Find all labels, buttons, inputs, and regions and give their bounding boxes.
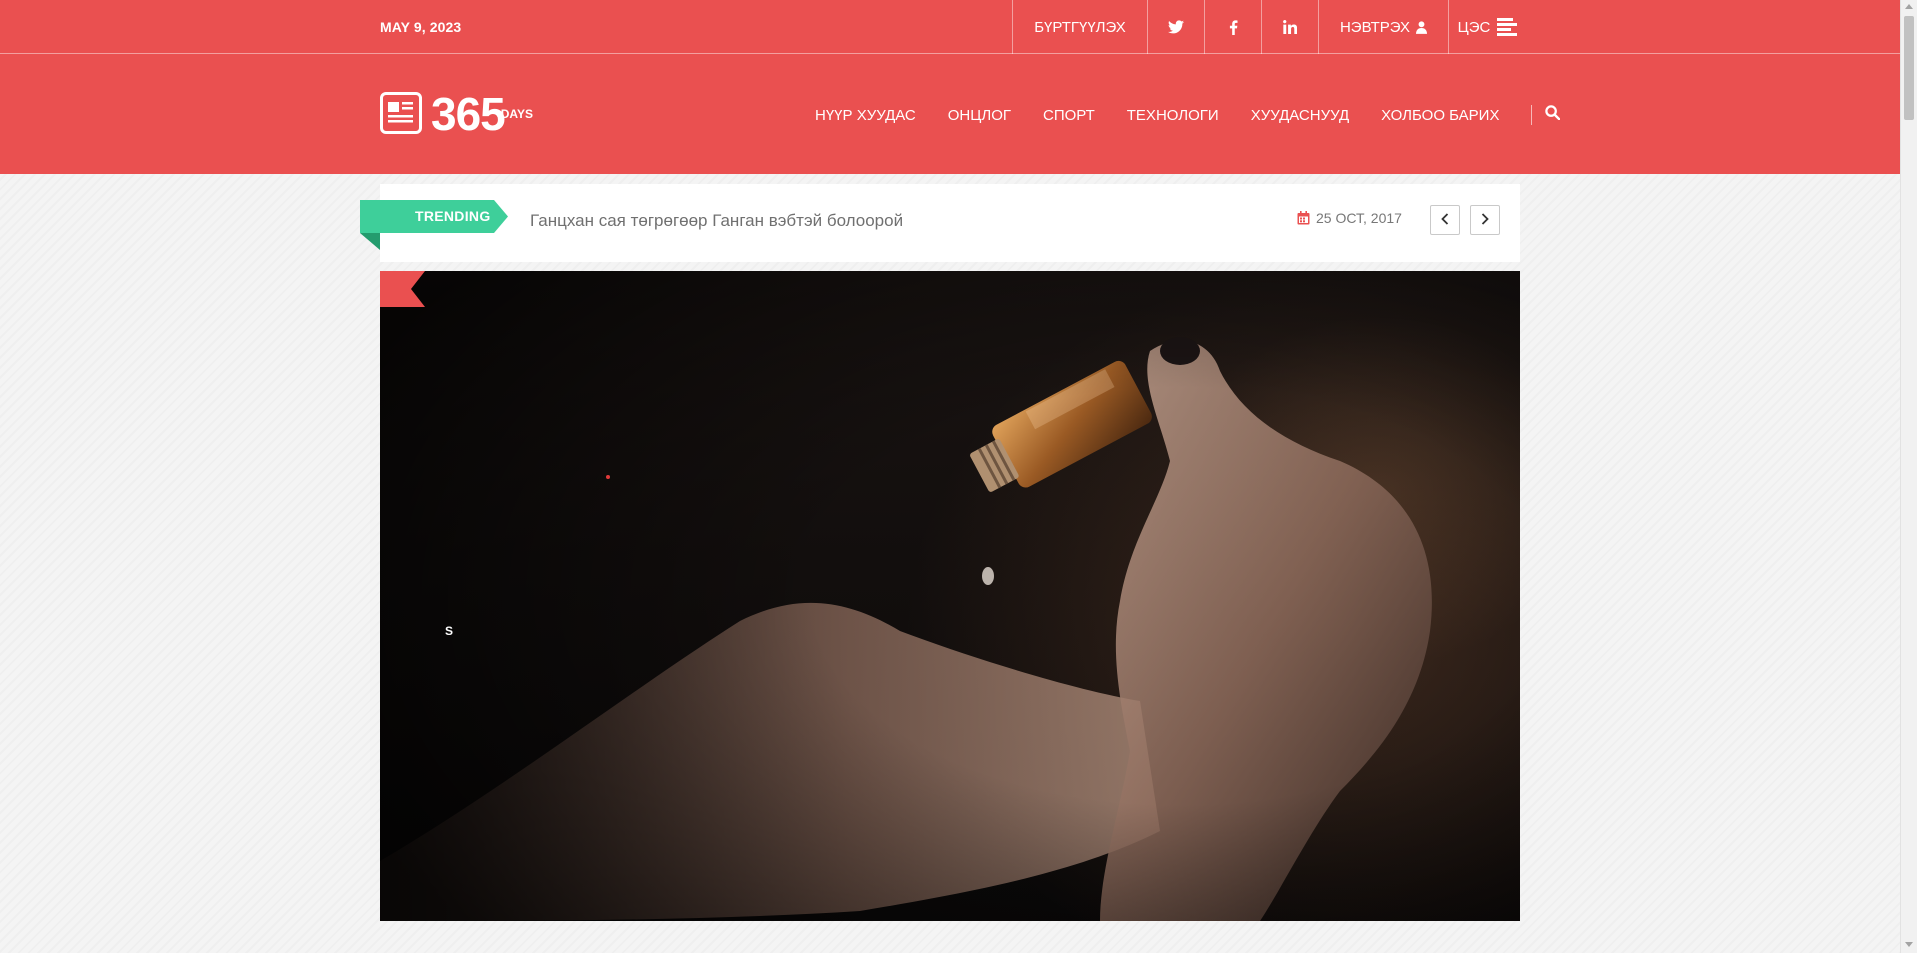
hamburger-icon — [1497, 18, 1518, 36]
linkedin-link[interactable] — [1261, 0, 1318, 54]
menu-label: ЦЭС — [1457, 18, 1491, 36]
current-date: MAY 9, 2023 — [380, 19, 462, 35]
user-icon — [1416, 20, 1428, 34]
trending-next-button[interactable] — [1470, 205, 1500, 235]
login-label: НЭВТРЭХ — [1339, 18, 1411, 36]
nav-item-featured[interactable]: ОНЦЛОГ — [948, 107, 1011, 124]
page-scrollbar[interactable] — [1900, 0, 1917, 953]
register-link[interactable]: БҮРТГҮҮЛЭХ — [1012, 0, 1147, 54]
calendar-icon — [1297, 211, 1310, 225]
nav-divider — [1531, 105, 1533, 125]
hero-image — [380, 271, 1520, 921]
search-icon — [1545, 105, 1561, 125]
scroll-up-arrow[interactable] — [1905, 4, 1913, 9]
scroll-thumb[interactable] — [1904, 16, 1914, 120]
hero-category-label: S — [445, 624, 454, 638]
nav-item-contact[interactable]: ХОЛБОО БАРИХ — [1381, 107, 1499, 124]
trending-prev-button[interactable] — [1430, 205, 1460, 235]
main-bar: 365 DAYS НҮҮР ХУУДАС ОНЦЛОГ СПОРТ ТЕХНОЛ… — [0, 55, 1900, 174]
nav-item-pages[interactable]: ХУУДАСНУУД — [1251, 107, 1349, 124]
login-link[interactable]: НЭВТРЭХ — [1318, 0, 1448, 54]
site-logo[interactable]: 365 DAYS — [380, 88, 533, 140]
hero-slider[interactable]: S — [380, 271, 1520, 921]
main-nav: НҮҮР ХУУДАС ОНЦЛОГ СПОРТ ТЕХНОЛОГИ ХУУДА… — [815, 105, 1561, 125]
menu-toggle[interactable]: ЦЭС — [1448, 0, 1526, 54]
site-header: MAY 9, 2023 БҮРТГҮҮЛЭХ НЭВТРЭХ ЦЭС 365 D… — [0, 0, 1900, 174]
chevron-right-icon — [1481, 212, 1489, 228]
top-bar-actions: БҮРТГҮҮЛЭХ НЭВТРЭХ ЦЭС — [1012, 0, 1526, 54]
linkedin-icon — [1283, 20, 1297, 34]
hero-dot — [606, 475, 610, 479]
logo-number: 365 — [431, 88, 506, 140]
chevron-left-icon — [1441, 212, 1449, 228]
trending-bar: TRENDING Ганцхан сая төгрөгөөр Ганган вэ… — [360, 184, 1520, 262]
facebook-link[interactable] — [1204, 0, 1261, 54]
top-bar: MAY 9, 2023 БҮРТГҮҮЛЭХ НЭВТРЭХ ЦЭС — [0, 0, 1900, 54]
trending-headline[interactable]: Ганцхан сая төгрөгөөр Ганган вэбтэй боло… — [530, 211, 903, 231]
nav-item-home[interactable]: НҮҮР ХУУДАС — [815, 107, 916, 124]
nav-item-technology[interactable]: ТЕХНОЛОГИ — [1127, 107, 1219, 124]
page: MAY 9, 2023 БҮРТГҮҮЛЭХ НЭВТРЭХ ЦЭС 365 D… — [0, 0, 1900, 953]
twitter-link[interactable] — [1147, 0, 1204, 54]
logo-suffix: DAYS — [500, 107, 533, 121]
facebook-icon — [1229, 19, 1238, 35]
newspaper-icon — [380, 92, 422, 134]
trending-date-text: 25 ОСТ, 2017 — [1316, 210, 1402, 226]
trending-date: 25 ОСТ, 2017 — [1297, 210, 1402, 226]
nav-item-sport[interactable]: СПОРТ — [1043, 107, 1095, 124]
scroll-down-arrow[interactable] — [1905, 942, 1913, 947]
hero-category-tag — [380, 271, 425, 307]
twitter-icon — [1168, 20, 1184, 34]
trending-label: TRENDING — [415, 208, 491, 224]
search-button[interactable] — [1545, 105, 1561, 125]
